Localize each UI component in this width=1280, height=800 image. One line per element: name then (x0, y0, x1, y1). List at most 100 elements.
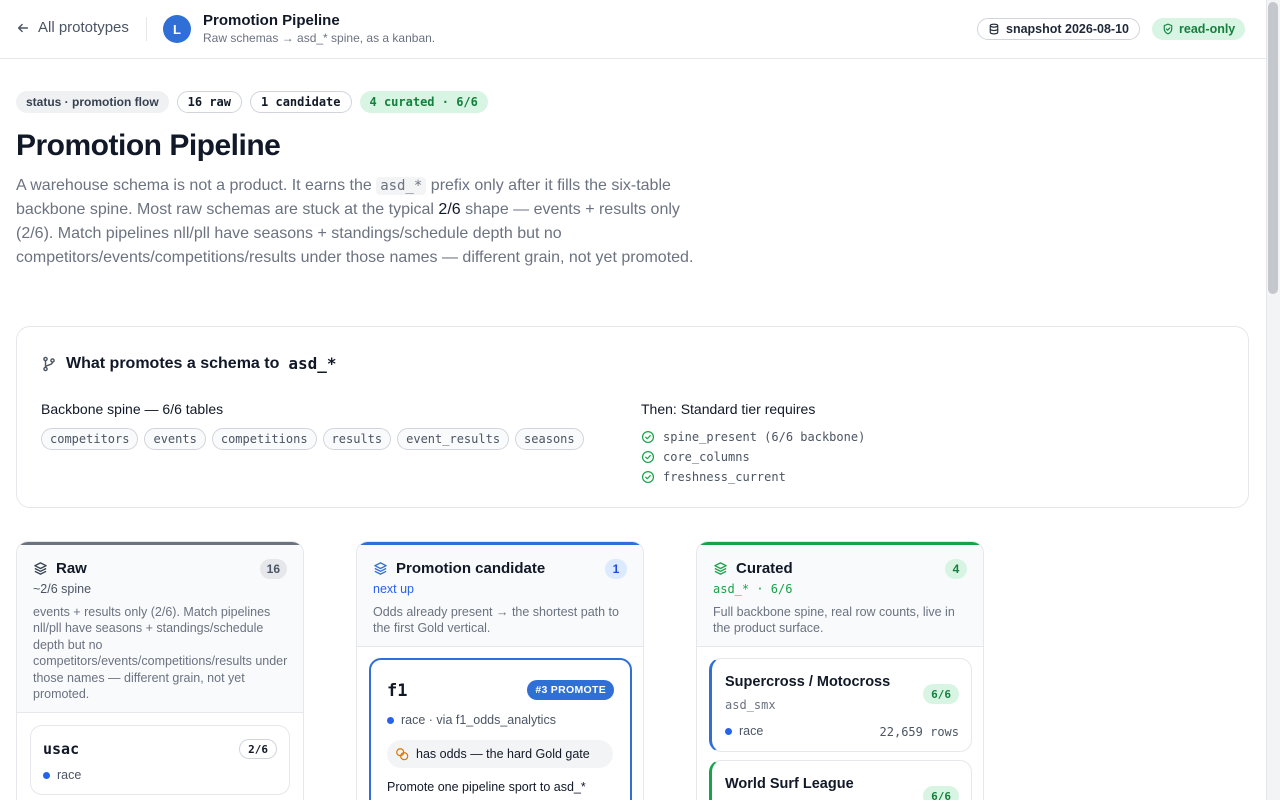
row-count: 22,659 rows (879, 725, 959, 739)
git-branch-icon (43, 356, 55, 371)
check-circle-icon (641, 470, 655, 484)
column-description: Full backbone spine, real row counts, li… (713, 605, 955, 636)
back-link[interactable]: All prototypes (16, 19, 129, 36)
shield-check-icon (1163, 23, 1173, 35)
requirement-label: core_columns (663, 450, 750, 464)
schema-name: World Surf League (725, 776, 854, 792)
column-header: Promotion candidate 1 next up Odds alrea… (357, 545, 643, 647)
column-count: 16 (259, 559, 287, 579)
column-count: 4 (945, 559, 967, 579)
header-divider (146, 17, 147, 41)
check-circle-icon (641, 450, 655, 464)
column-header: Curated 4 asd_* · 6/6 Full backbone spin… (697, 545, 983, 647)
layers-icon (374, 562, 387, 575)
column-subtitle: asd_* · 6/6 (713, 582, 793, 596)
schema-name: Supercross / Motocross (725, 674, 891, 690)
snapshot-label: snapshot 2026-08-10 (1006, 22, 1129, 36)
odds-gate-pill: has odds — the hard Gold gate (387, 740, 613, 768)
requirement-item: freshness_current (641, 467, 865, 487)
avatar: L (163, 15, 191, 43)
database-icon (989, 23, 999, 35)
gate-label: has odds — the hard Gold gate (416, 747, 590, 761)
table-tag: competitors (41, 428, 139, 450)
status-chips: status · promotion flow 16 raw 1 candida… (16, 91, 488, 113)
schema-meta: race (43, 768, 81, 782)
table-tag: event_results (397, 428, 510, 450)
rules-title: What promotes a schema to asd_* (41, 354, 337, 373)
snapshot-badge: snapshot 2026-08-10 (977, 18, 1140, 40)
column-count: 1 (605, 559, 627, 579)
column-subtitle: ~2/6 spine (33, 582, 92, 596)
requirement-label: freshness_current (663, 470, 786, 484)
rules-title-text: What promotes a schema to (66, 354, 280, 372)
scrollbar-thumb[interactable] (1268, 2, 1278, 294)
promote-badge: #3 PROMOTE (527, 680, 614, 700)
column-title: Curated (713, 560, 793, 577)
column-header: Raw 16 ~2/6 spine events + results only … (17, 545, 303, 713)
schema-kind: race (739, 724, 764, 738)
card-note: Promote one pipeline sport to asd_* (387, 780, 586, 794)
back-link-label: All prototypes (38, 19, 129, 36)
column-title: Raw (33, 560, 87, 577)
arrow-left-icon (17, 23, 29, 32)
check-circle-icon (641, 430, 655, 444)
coins-icon (396, 748, 409, 761)
schema-meta: race (725, 724, 763, 738)
spine-badge: 6/6 (923, 684, 959, 704)
column-title-text: Curated (736, 560, 793, 577)
top-bar: All prototypes L Promotion Pipeline Raw … (0, 0, 1266, 59)
schema-name: usac (43, 740, 80, 758)
schema-meta: race · via f1_odds_analytics (387, 713, 556, 727)
column-title-text: Raw (56, 560, 87, 577)
kind-dot (725, 727, 732, 735)
kind-dot (387, 716, 394, 724)
requirement-list: spine_present (6/6 backbone) core_column… (641, 427, 865, 487)
promotion-rules-card: What promotes a schema to asd_* Backbone… (16, 326, 1249, 508)
intro-code: asd_* (376, 177, 427, 195)
table-tag: results (322, 428, 392, 450)
table-tag: events (144, 428, 206, 450)
curated-count-chip: 4 curated · 6/6 (359, 91, 488, 113)
schema-card-f1[interactable]: f1 #3 PROMOTE race · via f1_odds_analyti… (369, 658, 632, 800)
column-curated: Curated 4 asd_* · 6/6 Full backbone spin… (696, 541, 984, 800)
column-candidate: Promotion candidate 1 next up Odds alrea… (356, 541, 644, 800)
schema-kind: race (57, 768, 82, 782)
spine-badge: 6/6 (923, 786, 959, 800)
column-title-text: Promotion candidate (396, 560, 546, 577)
readonly-label: read-only (1179, 22, 1236, 36)
column-raw: Raw 16 ~2/6 spine events + results only … (16, 541, 304, 800)
backbone-heading: Backbone spine — 6/6 tables (41, 401, 224, 417)
schema-card-smx[interactable]: Supercross / Motocross 6/6 asd_smx race … (709, 658, 972, 752)
column-description: Odds already present → the shortest path… (373, 605, 619, 636)
intro-text-1: A warehouse schema is not a product. It … (16, 177, 377, 194)
requirement-item: core_columns (641, 447, 865, 467)
tier-heading: Then: Standard tier requires (641, 401, 816, 417)
column-title: Promotion candidate (373, 560, 545, 577)
raw-count-chip: 16 raw (176, 91, 243, 113)
rules-title-code: asd_* (288, 354, 337, 373)
intro-bold: 2/6 (438, 201, 461, 218)
schema-name: f1 (387, 681, 408, 701)
kind-dot (43, 771, 50, 779)
intro-paragraph: A warehouse schema is not a product. It … (16, 174, 696, 270)
schema-kind: race · via f1_odds_analytics (401, 713, 556, 727)
candidate-count-chip: 1 candidate (250, 91, 352, 113)
layers-icon (714, 562, 727, 575)
requirement-label: spine_present (6/6 backbone) (663, 430, 866, 444)
layers-icon (34, 562, 47, 575)
requirement-item: spine_present (6/6 backbone) (641, 427, 865, 447)
schema-id: asd_smx (725, 698, 776, 712)
column-subtitle: next up (373, 582, 415, 596)
schema-card-usac[interactable]: usac 2/6 race (30, 725, 290, 795)
table-tag: competitions (211, 428, 317, 450)
status-chip: status · promotion flow (16, 91, 169, 113)
table-tag: seasons (515, 428, 584, 450)
page-title: Promotion Pipeline (16, 129, 281, 162)
column-description: events + results only (2/6). Match pipel… (33, 605, 288, 702)
backbone-table-list: competitors events competitions results … (41, 428, 584, 450)
spine-badge: 2/6 (239, 739, 277, 759)
app-title: Promotion Pipeline (203, 12, 340, 29)
readonly-badge: read-only (1152, 18, 1246, 40)
app-subtitle: Raw schemas → asd_* spine, as a kanban. (203, 31, 436, 45)
schema-card-wsl[interactable]: World Surf League 6/6 (709, 760, 972, 800)
